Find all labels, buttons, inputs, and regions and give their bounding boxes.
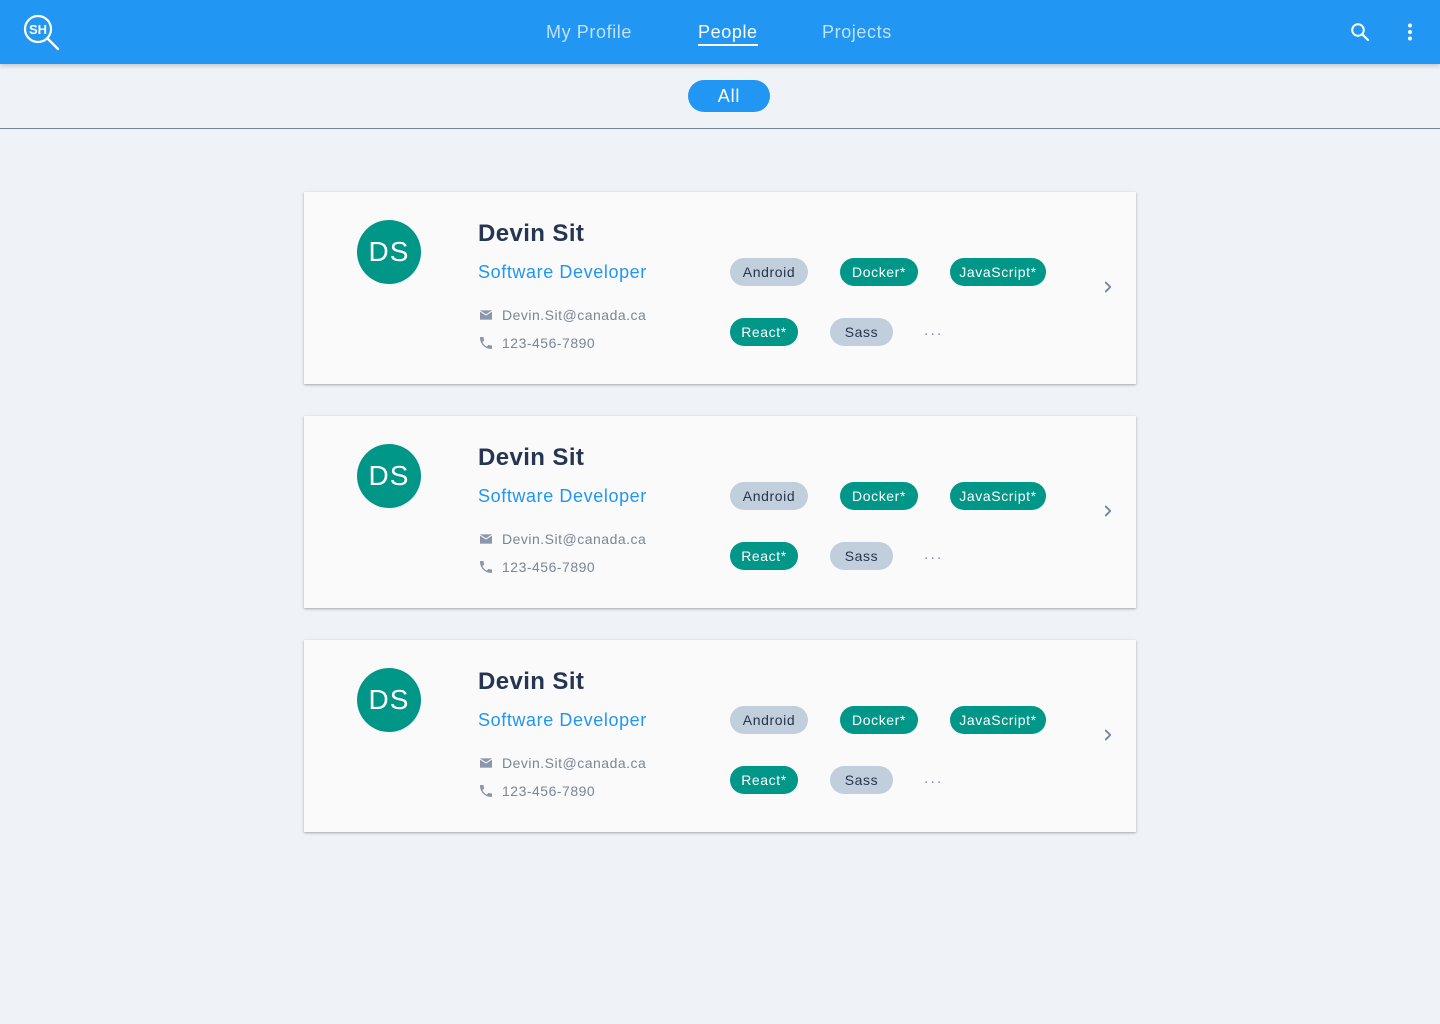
person-phone: 123-456-7890 bbox=[502, 559, 596, 575]
more-vert-icon[interactable] bbox=[1398, 20, 1422, 44]
phone-icon bbox=[480, 561, 492, 573]
skill-chip: Android bbox=[730, 706, 808, 734]
avatar: DS bbox=[357, 668, 421, 732]
person-name: Devin Sit bbox=[478, 668, 585, 695]
skill-chip: Android bbox=[730, 258, 808, 286]
skill-chip: Android bbox=[730, 482, 808, 510]
skill-chip: Docker* bbox=[840, 258, 918, 286]
skill-chip: React* bbox=[730, 766, 798, 794]
email-row: Devin.Sit@canada.ca bbox=[478, 531, 646, 547]
person-role: Software Developer bbox=[478, 262, 647, 282]
tab-projects[interactable]: Projects bbox=[822, 0, 892, 64]
app-bar: SH My Profile People Projects bbox=[0, 0, 1440, 64]
tab-people-label: People bbox=[698, 21, 758, 42]
tab-my-profile[interactable]: My Profile bbox=[546, 0, 632, 64]
person-card[interactable]: DS Devin Sit Software Developer Devin.Si… bbox=[304, 416, 1136, 608]
phone-icon bbox=[480, 337, 492, 349]
tab-people[interactable]: People bbox=[698, 0, 758, 64]
phone-row: 123-456-7890 bbox=[478, 559, 595, 575]
logo-icon[interactable]: SH bbox=[22, 13, 62, 53]
person-role: Software Developer bbox=[478, 710, 647, 730]
skill-chip: Sass bbox=[830, 542, 893, 570]
chevron-right-icon[interactable] bbox=[1099, 726, 1117, 744]
skill-chip: JavaScript* bbox=[950, 258, 1046, 286]
phone-row: 123-456-7890 bbox=[478, 335, 595, 351]
logo-text: SH bbox=[29, 22, 47, 37]
mail-icon bbox=[479, 758, 493, 768]
person-name: Devin Sit bbox=[478, 444, 585, 471]
person-email: Devin.Sit@canada.ca bbox=[502, 531, 647, 547]
filter-all-chip[interactable]: All bbox=[688, 80, 770, 112]
skill-chip: Docker* bbox=[840, 706, 918, 734]
skill-chip: React* bbox=[730, 318, 798, 346]
phone-row: 123-456-7890 bbox=[478, 783, 595, 799]
skill-chip: JavaScript* bbox=[950, 482, 1046, 510]
avatar: DS bbox=[357, 444, 421, 508]
more-skills-ellipsis: ... bbox=[924, 322, 944, 339]
person-phone: 123-456-7890 bbox=[502, 783, 596, 799]
person-email: Devin.Sit@canada.ca bbox=[502, 755, 647, 771]
email-row: Devin.Sit@canada.ca bbox=[478, 755, 646, 771]
email-row: Devin.Sit@canada.ca bbox=[478, 307, 646, 323]
phone-icon bbox=[480, 785, 492, 797]
person-phone: 123-456-7890 bbox=[502, 335, 596, 351]
more-skills-ellipsis: ... bbox=[924, 770, 944, 787]
more-skills-ellipsis: ... bbox=[924, 546, 944, 563]
skill-chip: Sass bbox=[830, 318, 893, 346]
person-email: Devin.Sit@canada.ca bbox=[502, 307, 647, 323]
mail-icon bbox=[479, 310, 493, 320]
skill-chip: Sass bbox=[830, 766, 893, 794]
person-role: Software Developer bbox=[478, 486, 647, 506]
search-icon[interactable] bbox=[1348, 20, 1372, 44]
person-name: Devin Sit bbox=[478, 220, 585, 247]
chevron-right-icon[interactable] bbox=[1099, 278, 1117, 296]
filter-bar: All bbox=[0, 64, 1440, 129]
person-card[interactable]: DS Devin Sit Software Developer Devin.Si… bbox=[304, 640, 1136, 832]
chevron-right-icon[interactable] bbox=[1099, 502, 1117, 520]
active-tab-indicator bbox=[698, 44, 758, 46]
skill-chip: React* bbox=[730, 542, 798, 570]
person-card[interactable]: DS Devin Sit Software Developer Devin.Si… bbox=[304, 192, 1136, 384]
skill-chip: JavaScript* bbox=[950, 706, 1046, 734]
mail-icon bbox=[479, 534, 493, 544]
tab-projects-label: Projects bbox=[822, 21, 892, 42]
skill-chip: Docker* bbox=[840, 482, 918, 510]
tab-my-profile-label: My Profile bbox=[546, 21, 633, 42]
avatar: DS bbox=[357, 220, 421, 284]
